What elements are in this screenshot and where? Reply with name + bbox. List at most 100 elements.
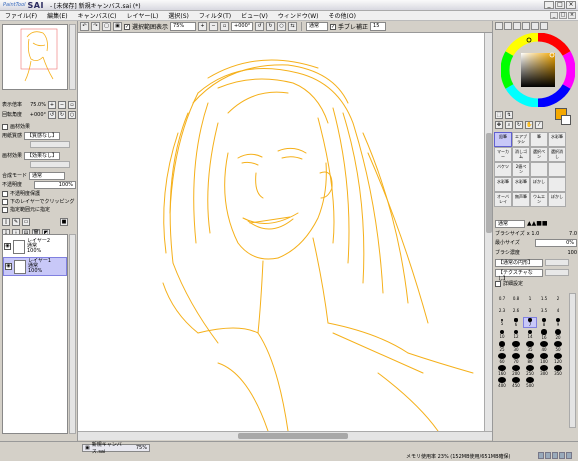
rotate-right-button[interactable]: ↻ — [266, 22, 276, 31]
brush-size-preset[interactable]: 16 — [537, 329, 551, 340]
layer-item-2[interactable]: ◉ レイヤー2 通常 100% — [3, 237, 67, 256]
scratchpad-mode-icon[interactable] — [531, 22, 539, 30]
brush-size-preset[interactable]: 350 — [551, 365, 565, 376]
brush-size-preset[interactable]: 20 — [551, 329, 565, 340]
mode-select[interactable]: 通常 — [306, 22, 329, 31]
brush-size-preset[interactable]: 1.5 — [537, 293, 551, 304]
rotate-icon[interactable]: ↻ — [515, 120, 523, 129]
brush-size-preset[interactable]: 500 — [523, 377, 537, 388]
doc-restore-button[interactable]: □ — [559, 12, 567, 19]
new-vector-layer-icon[interactable]: ✎ — [12, 217, 20, 226]
effect-strength-field[interactable] — [30, 161, 70, 168]
maximize-button[interactable]: □ — [555, 1, 565, 9]
stabilizer-checkbox[interactable]: ✓ — [330, 23, 337, 30]
canvas-vertical-scrollbar[interactable] — [484, 33, 492, 431]
brush-size-preset[interactable]: 450 — [509, 377, 523, 388]
brush-size-preset[interactable]: 6 — [509, 317, 523, 328]
menu-filter[interactable]: フィルタ(T) — [194, 11, 236, 20]
tool-pencil[interactable]: 鉛筆 — [494, 132, 512, 147]
color-wheel-mode-icon[interactable] — [495, 22, 503, 30]
brush-size-preset[interactable]: 400 — [495, 377, 509, 388]
brush-size-preset[interactable]: 2 — [551, 293, 565, 304]
brush-shape-select[interactable]: 【通常の円形】 — [495, 258, 543, 267]
brush-size-preset[interactable]: 9 — [551, 317, 565, 328]
menu-file[interactable]: ファイル(F) — [0, 11, 42, 20]
brush-size-preset[interactable]: 3 — [523, 305, 537, 316]
brush-size-preset[interactable]: 4 — [551, 305, 565, 316]
rect-select-icon[interactable]: ⬚ — [495, 110, 503, 119]
brush-size-preset[interactable]: 30 — [509, 341, 523, 352]
texture-strength-field[interactable] — [30, 141, 70, 148]
visibility-eye-icon[interactable]: ◉ — [4, 243, 11, 250]
tool-watercolor-2[interactable]: 水彩筆 — [494, 177, 512, 192]
nav-rotate-reset-button[interactable]: ○ — [68, 110, 76, 119]
menu-window[interactable]: ウィンドウ(W) — [273, 11, 324, 20]
canvas-horizontal-scrollbar[interactable] — [78, 431, 492, 440]
protect-opacity-checkbox[interactable] — [2, 190, 8, 197]
undo-button[interactable]: ↶ — [80, 22, 89, 31]
select-source-row[interactable]: 指定範囲元に指定 — [2, 205, 76, 214]
tool-select-eraser[interactable]: 選択消し — [548, 147, 566, 162]
horizontal-scroll-thumb[interactable] — [238, 433, 348, 439]
palette-mode-icon[interactable] — [540, 22, 548, 30]
brush-size-preset[interactable]: 0.7 — [495, 293, 509, 304]
detail-settings-collapse-icon[interactable] — [495, 280, 501, 287]
tool-bucket[interactable]: バケツ — [494, 162, 512, 177]
brush-size-preset[interactable]: 70 — [509, 353, 523, 364]
tool-empty-2[interactable] — [548, 162, 566, 177]
rotate-reset-button[interactable]: ○ — [277, 22, 287, 31]
brush-texture-select[interactable]: 【テクスチャなし】 — [495, 268, 543, 282]
tool-watercolor-3[interactable]: 水彩筆 — [512, 177, 530, 192]
menu-canvas[interactable]: キャンバス(C) — [73, 11, 122, 20]
move-icon[interactable]: ✥ — [495, 120, 503, 129]
brush-texture-strength[interactable] — [545, 269, 569, 276]
navigator-preview[interactable] — [2, 24, 68, 90]
tool-binary-pen[interactable]: 2値ペン — [512, 162, 530, 177]
brush-size-preset[interactable]: 2.6 — [509, 305, 523, 316]
texture-select[interactable]: 【質感なし】 — [24, 131, 61, 140]
color-wheel[interactable] — [501, 33, 575, 107]
clip-checkbox[interactable] — [2, 198, 8, 205]
brush-size-preset[interactable]: 8 — [537, 317, 551, 328]
zoom-out-button[interactable]: − — [209, 22, 219, 31]
brush-size-preset[interactable]: 7 — [523, 317, 537, 328]
brush-size-preset[interactable]: 14 — [523, 329, 537, 340]
brush-mode-select[interactable]: 通常 — [495, 219, 525, 228]
effect-select[interactable]: 【効果なし】 — [24, 151, 61, 160]
brush-size-preset[interactable]: 12 — [509, 329, 523, 340]
rotate-left-button[interactable]: ↺ — [255, 22, 265, 31]
brush-size-preset[interactable]: 80 — [523, 353, 537, 364]
tray-icon[interactable] — [559, 452, 565, 459]
brush-size-multiplier[interactable]: x 1.0 — [527, 231, 540, 237]
brush-size-preset[interactable]: 50 — [551, 341, 565, 352]
nav-zoom-in-button[interactable]: + — [48, 100, 56, 109]
layer-item-1[interactable]: ◉ レイヤー1 通常 100% — [3, 257, 67, 276]
zoom-icon[interactable]: ⌕ — [505, 120, 513, 129]
tool-watercolor[interactable]: 水彩筆 — [548, 132, 566, 147]
flip-button[interactable]: ⇆ — [288, 22, 298, 31]
brush-size-scrollbar[interactable] — [569, 293, 576, 428]
tool-marker[interactable]: マーカー — [494, 147, 512, 162]
menu-edit[interactable]: 編集(E) — [42, 11, 72, 20]
detail-settings-row[interactable]: 詳細設定 — [495, 279, 577, 288]
menu-other[interactable]: その他(O) — [324, 11, 361, 20]
brush-size-value[interactable]: 7.0 — [569, 231, 577, 237]
brush-size-preset[interactable]: 300 — [537, 365, 551, 376]
tool-umuen[interactable]: ウムエン — [530, 192, 548, 207]
drawing-canvas[interactable] — [78, 33, 484, 431]
blend-mode-select[interactable]: 通常 — [29, 171, 66, 180]
tool-empty-1[interactable] — [530, 162, 548, 177]
brush-size-preset[interactable]: 25 — [495, 341, 509, 352]
opacity-slider[interactable]: 100% — [34, 180, 76, 189]
invert-selection-button[interactable]: ▣ — [113, 22, 122, 31]
brush-size-preset[interactable]: 160 — [495, 365, 509, 376]
minimize-button[interactable]: _ — [544, 1, 554, 9]
nav-rotate-left-button[interactable]: ↺ — [48, 110, 56, 119]
brush-size-preset[interactable]: 250 — [523, 365, 537, 376]
nav-zoom-reset-button[interactable]: ▫ — [68, 100, 76, 109]
visibility-eye-icon[interactable]: ◉ — [5, 263, 12, 270]
paper-texture-header[interactable]: 画材効果 — [2, 122, 76, 131]
doc-minimize-button[interactable]: _ — [550, 12, 558, 19]
menu-select[interactable]: 選択(S) — [163, 11, 194, 20]
zoom-in-button[interactable]: + — [198, 22, 208, 31]
